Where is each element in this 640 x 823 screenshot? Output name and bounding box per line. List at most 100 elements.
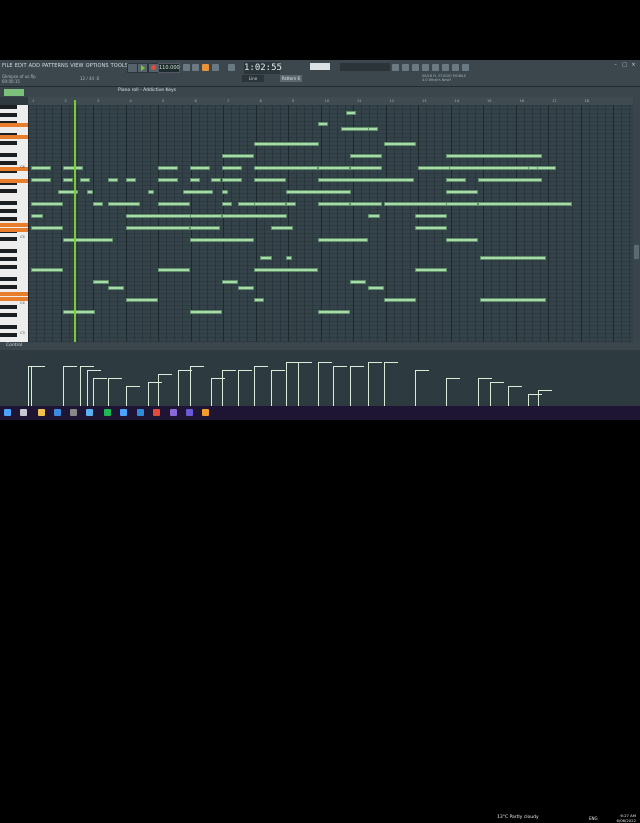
midi-note[interactable] bbox=[93, 280, 109, 284]
velocity-bar[interactable] bbox=[508, 386, 509, 406]
black-key[interactable] bbox=[0, 161, 17, 165]
velocity-bar[interactable] bbox=[31, 366, 32, 406]
weather-widget[interactable]: 13°C Partly cloudy bbox=[497, 815, 539, 820]
midi-note[interactable] bbox=[108, 286, 124, 290]
midi-note[interactable] bbox=[222, 166, 242, 170]
close-button[interactable]: × bbox=[630, 62, 637, 69]
black-key[interactable] bbox=[0, 141, 17, 145]
midi-note[interactable] bbox=[446, 238, 478, 242]
steam-icon[interactable] bbox=[120, 409, 127, 416]
midi-note[interactable] bbox=[222, 190, 228, 194]
black-key[interactable] bbox=[0, 217, 17, 221]
midi-note[interactable] bbox=[31, 214, 43, 218]
midi-note[interactable] bbox=[318, 238, 368, 242]
midi-note[interactable] bbox=[211, 178, 221, 182]
black-key[interactable] bbox=[0, 153, 17, 157]
midi-note[interactable] bbox=[254, 268, 318, 272]
midi-note[interactable] bbox=[346, 111, 356, 115]
midi-note[interactable] bbox=[318, 310, 350, 314]
midi-note[interactable] bbox=[286, 202, 296, 206]
velocity-bar[interactable] bbox=[528, 394, 529, 406]
midi-note[interactable] bbox=[480, 298, 546, 302]
piano-keyboard[interactable]: C6 C5 C4 C3 bbox=[0, 105, 29, 342]
midi-note[interactable] bbox=[350, 154, 382, 158]
velocity-bar[interactable] bbox=[368, 362, 369, 406]
velocity-lane[interactable] bbox=[28, 350, 633, 406]
midi-note[interactable] bbox=[478, 178, 542, 182]
midi-note[interactable] bbox=[222, 154, 254, 158]
midi-note[interactable] bbox=[446, 190, 478, 194]
app-icon[interactable] bbox=[170, 409, 177, 416]
midi-note[interactable] bbox=[341, 127, 369, 131]
step-edit-icon[interactable] bbox=[212, 64, 219, 71]
midi-note[interactable] bbox=[254, 178, 286, 182]
velocity-bar[interactable] bbox=[254, 366, 255, 406]
midi-note[interactable] bbox=[63, 166, 83, 170]
velocity-bar[interactable] bbox=[126, 386, 127, 406]
midi-note[interactable] bbox=[384, 298, 416, 302]
velocity-bar[interactable] bbox=[350, 366, 351, 406]
midi-note[interactable] bbox=[368, 214, 380, 218]
midi-note[interactable] bbox=[318, 122, 328, 126]
midi-note[interactable] bbox=[528, 166, 538, 170]
black-key[interactable] bbox=[0, 249, 17, 253]
menu-item-edit[interactable]: EDIT bbox=[15, 63, 27, 69]
black-key[interactable] bbox=[0, 201, 17, 205]
midi-note[interactable] bbox=[238, 286, 254, 290]
midi-note[interactable] bbox=[318, 166, 350, 170]
photos-icon[interactable] bbox=[86, 409, 93, 416]
playlist-icon[interactable] bbox=[392, 64, 399, 71]
tempo-tap-icon[interactable] bbox=[462, 64, 469, 71]
piano-roll-icon[interactable] bbox=[402, 64, 409, 71]
black-key[interactable] bbox=[0, 325, 17, 329]
velocity-bar[interactable] bbox=[93, 378, 94, 406]
midi-note[interactable] bbox=[368, 286, 384, 290]
tempo-display[interactable]: 110.000 bbox=[158, 63, 180, 73]
midi-note[interactable] bbox=[190, 166, 210, 170]
help-icon[interactable] bbox=[452, 64, 459, 71]
clock[interactable]: 6:27 AM 6/06/2022 bbox=[600, 813, 636, 823]
midi-note[interactable] bbox=[415, 268, 447, 272]
obs-icon[interactable] bbox=[70, 409, 77, 416]
midi-note[interactable] bbox=[190, 214, 222, 218]
snap-selector[interactable]: Line bbox=[242, 75, 264, 82]
midi-note[interactable] bbox=[260, 256, 272, 260]
menu-item-options[interactable]: OPTIONS bbox=[86, 63, 109, 69]
velocity-bar[interactable] bbox=[211, 378, 212, 406]
velocity-bar[interactable] bbox=[190, 366, 191, 406]
midi-note[interactable] bbox=[158, 268, 190, 272]
midi-note[interactable] bbox=[87, 190, 93, 194]
velocity-bar[interactable] bbox=[271, 370, 272, 406]
velocity-bar[interactable] bbox=[238, 370, 239, 406]
midi-note[interactable] bbox=[446, 178, 466, 182]
black-key[interactable] bbox=[0, 285, 17, 289]
midi-note[interactable] bbox=[350, 166, 382, 170]
channel-rack-icon[interactable] bbox=[412, 64, 419, 71]
file-explorer-icon[interactable] bbox=[38, 409, 45, 416]
discord-icon[interactable] bbox=[186, 409, 193, 416]
midi-note[interactable] bbox=[222, 280, 238, 284]
highlighted-key[interactable] bbox=[0, 292, 28, 296]
store-icon[interactable] bbox=[54, 409, 61, 416]
menu-item-patterns[interactable]: PATTERNS bbox=[42, 63, 68, 69]
midi-note[interactable] bbox=[418, 166, 450, 170]
midi-note[interactable] bbox=[254, 202, 286, 206]
midi-note[interactable] bbox=[190, 238, 254, 242]
midi-note[interactable] bbox=[254, 166, 318, 170]
midi-note[interactable] bbox=[108, 178, 118, 182]
midi-note[interactable] bbox=[415, 214, 447, 218]
midi-note[interactable] bbox=[80, 178, 90, 182]
midi-note[interactable] bbox=[254, 142, 319, 146]
midi-note[interactable] bbox=[350, 280, 366, 284]
midi-note[interactable] bbox=[446, 154, 542, 158]
scrollbar-thumb[interactable] bbox=[634, 245, 639, 259]
midi-note[interactable] bbox=[31, 178, 51, 182]
midi-note[interactable] bbox=[286, 256, 292, 260]
menu-item-file[interactable]: FILE bbox=[2, 63, 13, 69]
black-key[interactable] bbox=[0, 277, 17, 281]
velocity-bar[interactable] bbox=[538, 390, 539, 406]
spotify-icon[interactable] bbox=[104, 409, 111, 416]
midi-note[interactable] bbox=[31, 268, 63, 272]
time-display[interactable]: 1:02:55 bbox=[244, 62, 282, 74]
velocity-bar[interactable] bbox=[333, 366, 334, 406]
